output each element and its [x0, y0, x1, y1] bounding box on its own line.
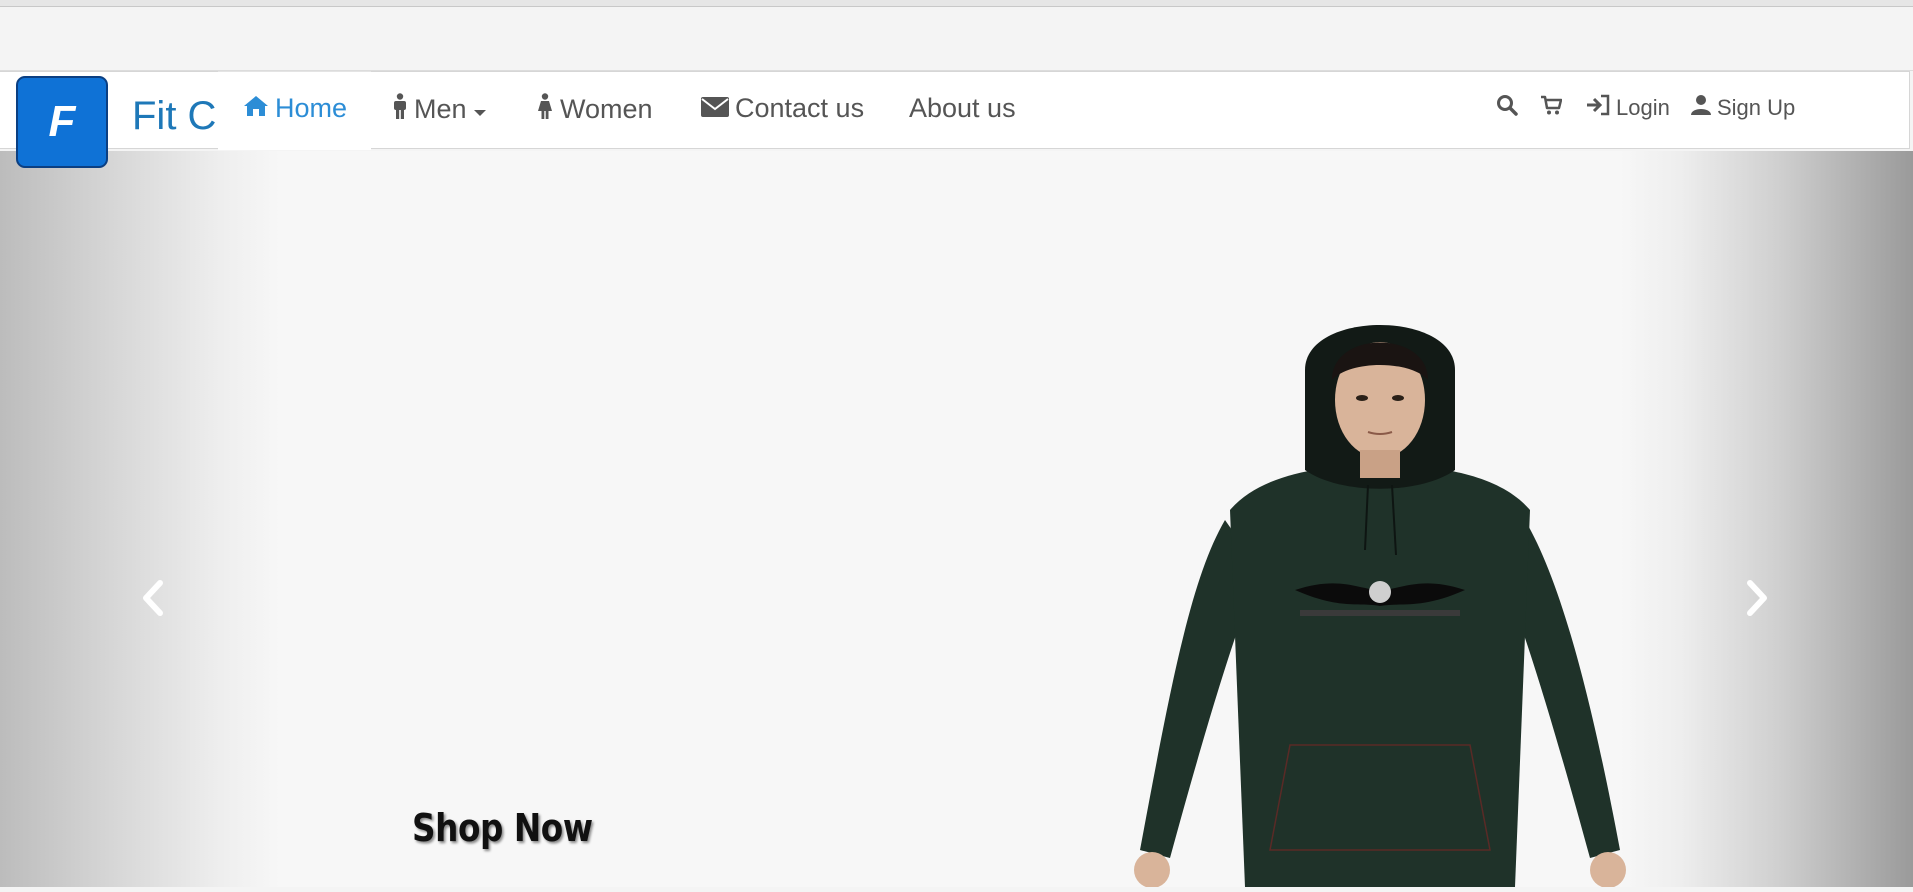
nav-contact-label: Contact us	[735, 93, 865, 123]
top-strip	[0, 7, 1913, 71]
nav-men[interactable]: Men	[392, 93, 487, 126]
chevron-right-icon	[1744, 580, 1770, 620]
nav-home-label: Home	[275, 93, 348, 123]
male-icon	[392, 93, 408, 126]
model-figure-image	[1120, 310, 1640, 892]
nav-contact[interactable]: Contact us	[701, 93, 864, 124]
brand-name[interactable]: Fit C	[132, 94, 216, 139]
carousel-prev-button[interactable]	[140, 580, 166, 621]
female-icon	[536, 93, 554, 126]
login-icon	[1585, 94, 1611, 122]
browser-top-border	[0, 0, 1913, 7]
signup-link[interactable]: Sign Up	[1690, 94, 1795, 122]
nav-home[interactable]: Home	[243, 93, 347, 124]
cart-button[interactable]	[1540, 94, 1563, 122]
nav-about[interactable]: About us	[909, 93, 1016, 124]
caret-down-icon	[473, 94, 487, 125]
nav-women[interactable]: Women	[536, 93, 653, 126]
nav-women-label: Women	[560, 94, 653, 124]
brand-logo[interactable]: F	[16, 76, 108, 168]
search-button[interactable]	[1496, 94, 1518, 122]
search-icon	[1496, 94, 1518, 122]
signup-label: Sign Up	[1717, 95, 1796, 120]
user-icon	[1690, 94, 1712, 122]
shop-now-button[interactable]: Shop Now	[412, 806, 593, 850]
carousel-next-button[interactable]	[1744, 580, 1770, 621]
home-icon	[243, 93, 269, 124]
envelope-icon	[701, 93, 729, 124]
login-link[interactable]: Login	[1585, 94, 1670, 122]
nav-about-label: About us	[909, 93, 1016, 123]
logo-letter: F	[48, 97, 76, 146]
cart-icon	[1540, 94, 1563, 122]
nav-men-label: Men	[414, 94, 467, 124]
chevron-left-icon	[140, 580, 166, 620]
login-label: Login	[1616, 95, 1670, 120]
